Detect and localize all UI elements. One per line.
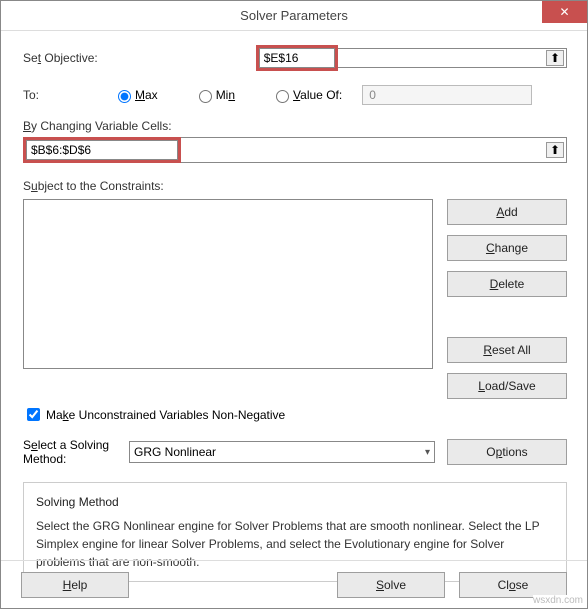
- info-title: Solving Method: [36, 493, 554, 511]
- window-title: Solver Parameters: [240, 8, 348, 23]
- method-select[interactable]: GRG Nonlinear ▾: [129, 441, 435, 463]
- cells-label: By Changing Variable Cells:: [23, 119, 172, 133]
- close-dialog-button[interactable]: Close: [459, 572, 567, 598]
- dialog-footer: Help Solve Close: [1, 560, 587, 608]
- min-radio-input[interactable]: [199, 90, 212, 103]
- solve-button[interactable]: Solve: [337, 572, 445, 598]
- constraints-section: Subject to the Constraints: Add Change D…: [23, 179, 567, 399]
- add-button[interactable]: Add: [447, 199, 567, 225]
- to-row: To: Max Min Value Of:: [23, 85, 567, 105]
- cells-section: By Changing Variable Cells: ⬆: [23, 119, 567, 163]
- solver-dialog: Solver Parameters ✕ Set Objective: ⬆ To:…: [0, 0, 588, 609]
- nonneg-checkbox[interactable]: Make Unconstrained Variables Non-Negativ…: [23, 405, 567, 424]
- cells-input-row: ⬆: [23, 137, 567, 163]
- objective-row: Set Objective: ⬆: [23, 45, 567, 71]
- objective-input-ext[interactable]: ⬆: [338, 48, 567, 68]
- max-radio-input[interactable]: [118, 90, 131, 103]
- objective-highlight: [256, 45, 338, 71]
- objective-label: Set Objective:: [23, 51, 98, 65]
- constraints-listbox[interactable]: [23, 199, 433, 369]
- chevron-down-icon: ▾: [425, 447, 430, 458]
- method-row: Select a Solving Method: GRG Nonlinear ▾…: [23, 438, 567, 466]
- watermark: wsxdn.com: [533, 595, 583, 606]
- objective-input[interactable]: [259, 48, 335, 68]
- cells-highlight: [23, 137, 181, 163]
- cells-input-ext[interactable]: ⬆: [181, 137, 567, 163]
- valueof-radio-input[interactable]: [276, 90, 289, 103]
- to-label: To:: [23, 88, 73, 102]
- nonneg-checkbox-input[interactable]: [27, 408, 40, 421]
- method-value: GRG Nonlinear: [134, 445, 216, 459]
- dialog-content: Set Objective: ⬆ To: Max Min Value Of:: [1, 31, 587, 592]
- options-button[interactable]: Options: [447, 439, 567, 465]
- constraints-area: Add Change Delete Reset All Load/Save: [23, 199, 567, 399]
- min-radio[interactable]: Min: [194, 87, 235, 103]
- max-radio[interactable]: Max: [113, 87, 158, 103]
- collapse-dialog-icon[interactable]: ⬆: [546, 142, 564, 158]
- close-icon: ✕: [559, 5, 569, 19]
- close-button[interactable]: ✕: [542, 1, 587, 23]
- valueof-input: [362, 85, 532, 105]
- load-save-button[interactable]: Load/Save: [447, 373, 567, 399]
- cells-input[interactable]: [26, 140, 178, 160]
- help-button[interactable]: Help: [21, 572, 129, 598]
- method-label: Select a Solving Method:: [23, 438, 117, 466]
- constraint-buttons: Add Change Delete Reset All Load/Save: [447, 199, 567, 399]
- collapse-dialog-icon[interactable]: ⬆: [546, 50, 564, 66]
- change-button[interactable]: Change: [447, 235, 567, 261]
- reset-all-button[interactable]: Reset All: [447, 337, 567, 363]
- valueof-radio[interactable]: Value Of:: [271, 87, 342, 103]
- constraints-label: Subject to the Constraints:: [23, 179, 164, 193]
- titlebar: Solver Parameters ✕: [1, 1, 587, 31]
- delete-button[interactable]: Delete: [447, 271, 567, 297]
